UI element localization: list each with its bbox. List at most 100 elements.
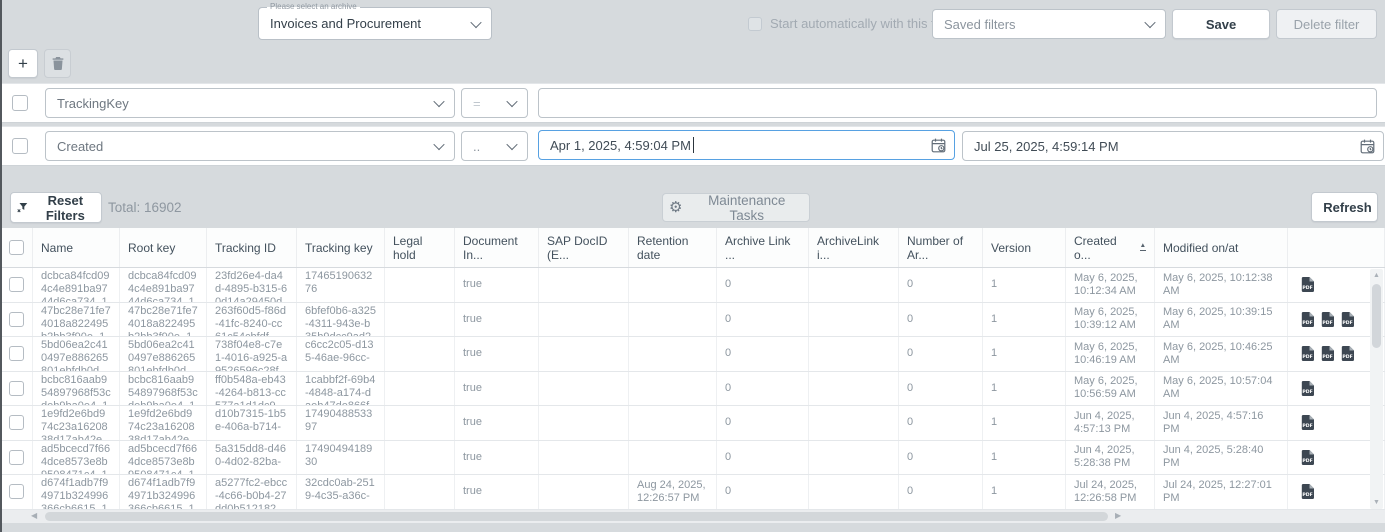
column-header-name[interactable]: Name bbox=[33, 228, 120, 267]
cell-value: bcbc816aab954897968f53cdeb9ba0e4_1 bbox=[41, 374, 111, 406]
table-row[interactable]: dcbca84fcd094c4e891ba9744d6ca734_1dcbca8… bbox=[0, 268, 1385, 303]
add-filter-button[interactable]: + bbox=[8, 49, 38, 78]
row-checkbox[interactable] bbox=[9, 381, 24, 396]
filter-row-checkbox[interactable] bbox=[12, 138, 28, 154]
column-header-created[interactable]: Created o...▲ bbox=[1066, 228, 1155, 267]
filter-row-trackingkey: TrackingKey = bbox=[0, 83, 1385, 123]
filter-field-select[interactable]: TrackingKey bbox=[45, 88, 455, 118]
row-checkbox[interactable] bbox=[9, 346, 24, 361]
column-header-modified[interactable]: Modified on/at bbox=[1155, 228, 1288, 267]
cell-root_key: ad5bcecd7f664dce8573e8b9508471c4_1 bbox=[120, 441, 207, 475]
pdf-file-icon[interactable]: PDF bbox=[1301, 415, 1314, 430]
text-cursor bbox=[693, 137, 694, 153]
svg-text:PDF: PDF bbox=[1342, 320, 1352, 326]
cell-value: 0 bbox=[725, 313, 731, 326]
cell-tracking_id: a5277fc2-ebcc-4c66-b0b4-27dd0b512182 bbox=[207, 475, 297, 509]
date-to-input[interactable]: Jul 25, 2025, 4:59:14 PM bbox=[962, 131, 1384, 161]
delete-filter-button[interactable]: Delete filter bbox=[1276, 9, 1377, 39]
column-header-legal_hold[interactable]: Legal hold bbox=[385, 228, 455, 267]
column-header-actions[interactable] bbox=[1288, 228, 1385, 267]
filter-field-select[interactable]: Created bbox=[45, 131, 455, 161]
filter-operator-select[interactable]: .. bbox=[461, 131, 528, 161]
table-row[interactable]: d674f1adb7f94971b324996366cb6615_1d674f1… bbox=[0, 475, 1385, 510]
table-row[interactable]: 5bd06ea2c410497e886265801ebfdb0d_15bd06e… bbox=[0, 337, 1385, 372]
table-row[interactable]: ad5bcecd7f664dce8573e8b9508471c4_1ad5bce… bbox=[0, 441, 1385, 476]
pdf-file-icon[interactable]: PDF bbox=[1301, 346, 1314, 361]
column-header-version[interactable]: Version bbox=[983, 228, 1066, 267]
sort-ascending-icon: ▲ bbox=[1140, 243, 1146, 251]
row-checkbox[interactable] bbox=[9, 415, 24, 430]
cell-sap_docid bbox=[539, 406, 629, 440]
cell-value: 0 bbox=[907, 278, 913, 291]
pdf-file-icon[interactable]: PDF bbox=[1341, 346, 1354, 361]
reset-filters-button[interactable]: Reset Filters bbox=[10, 192, 102, 223]
row-checkbox[interactable] bbox=[9, 277, 24, 292]
saved-filters-select[interactable]: Saved filters bbox=[932, 9, 1166, 39]
table-row[interactable]: 47bc28e71fe74018a822495b2bb3f90e_147bc28… bbox=[0, 303, 1385, 338]
select-all-checkbox[interactable] bbox=[9, 240, 24, 255]
row-checkbox[interactable] bbox=[9, 450, 24, 465]
cell-value: 1749049418930 bbox=[305, 443, 372, 468]
column-label: ArchiveLink i... bbox=[817, 234, 890, 262]
row-checkbox[interactable] bbox=[9, 312, 24, 327]
delete-filter-row-button[interactable] bbox=[44, 49, 71, 78]
column-header-archive_link[interactable]: Archive Link ... bbox=[717, 228, 809, 267]
scroll-up-arrow[interactable]: ▲ bbox=[1370, 272, 1383, 279]
archive-select[interactable]: Please select an archive Invoices and Pr… bbox=[258, 7, 492, 40]
start-automatically-checkbox[interactable] bbox=[748, 17, 762, 31]
pdf-file-icon[interactable]: PDF bbox=[1301, 277, 1314, 292]
cell-value: Jun 4, 2025, 5:28:40 PM bbox=[1163, 444, 1279, 470]
horizontal-scrollbar[interactable]: ◀ ▶ bbox=[0, 510, 1385, 523]
cell-value: ad5bcecd7f664dce8573e8b9508471c4_1 bbox=[128, 443, 197, 475]
column-header-document_in[interactable]: Document In... bbox=[455, 228, 539, 267]
table-row[interactable]: bcbc816aab954897968f53cdeb9ba0e4_1bcbc81… bbox=[0, 372, 1385, 407]
pdf-file-icon[interactable]: PDF bbox=[1341, 312, 1354, 327]
column-header-number_of_ar[interactable]: Number of Ar... bbox=[899, 228, 983, 267]
cell-value: 0 bbox=[725, 278, 731, 291]
pdf-file-icon[interactable]: PDF bbox=[1301, 484, 1314, 499]
horizontal-scrollbar-thumb[interactable] bbox=[45, 512, 1108, 521]
cell-version: 1 bbox=[983, 372, 1066, 406]
scroll-left-arrow[interactable]: ◀ bbox=[31, 511, 37, 520]
calendar-clock-icon[interactable] bbox=[1360, 139, 1375, 154]
date-from-input[interactable]: Apr 1, 2025, 4:59:04 PM bbox=[538, 130, 955, 160]
pdf-file-icon[interactable]: PDF bbox=[1301, 381, 1314, 396]
cell-value: May 6, 2025, 10:46:19 AM bbox=[1074, 341, 1146, 367]
pdf-file-icon[interactable]: PDF bbox=[1301, 312, 1314, 327]
cell-value: 0 bbox=[907, 485, 913, 498]
save-button[interactable]: Save bbox=[1172, 9, 1270, 39]
cell-tracking_id: ff0b548a-eb43-4264-b813-cc577a1d1dc9 bbox=[207, 372, 297, 406]
cell-created: Jun 4, 2025, 5:28:38 PM bbox=[1066, 441, 1155, 475]
cell-root_key: 1e9fd2e6bd974c23a1620838d17ab42e_1 bbox=[120, 406, 207, 440]
column-header-retention_date[interactable]: Retention date bbox=[629, 228, 717, 267]
vertical-scrollbar[interactable]: ▲ ▼ bbox=[1370, 269, 1383, 509]
pdf-file-icon[interactable]: PDF bbox=[1321, 346, 1334, 361]
calendar-clock-icon[interactable] bbox=[931, 138, 946, 153]
filter-field-value: Created bbox=[57, 139, 103, 154]
filter-value-input[interactable] bbox=[538, 88, 1377, 118]
vertical-scrollbar-thumb[interactable] bbox=[1372, 284, 1381, 348]
cell-tracking_key: 1746519063276 bbox=[297, 268, 385, 302]
refresh-button[interactable]: Refresh bbox=[1311, 192, 1378, 222]
scroll-down-arrow[interactable]: ▼ bbox=[1370, 499, 1383, 506]
cell-value: May 6, 2025, 10:12:38 AM bbox=[1163, 272, 1279, 298]
cell-retention_date bbox=[629, 337, 717, 371]
row-checkbox[interactable] bbox=[9, 484, 24, 499]
scroll-right-arrow[interactable]: ▶ bbox=[1115, 511, 1121, 520]
filter-operator-select[interactable]: = bbox=[461, 88, 528, 118]
pdf-file-icon[interactable]: PDF bbox=[1301, 450, 1314, 465]
column-header-tracking_id[interactable]: Tracking ID bbox=[207, 228, 297, 267]
column-header-root_key[interactable]: Root key bbox=[120, 228, 207, 267]
cell-value: 0 bbox=[907, 382, 913, 395]
total-count-label: Total: 16902 bbox=[108, 192, 182, 223]
maintenance-tasks-button[interactable]: ⚙ Maintenance Tasks bbox=[662, 193, 810, 222]
cell-name: 5bd06ea2c410497e886265801ebfdb0d_1 bbox=[33, 337, 120, 371]
table-row[interactable]: 1e9fd2e6bd974c23a1620838d17ab42e_11e9fd2… bbox=[0, 406, 1385, 441]
column-header-sap_docid[interactable]: SAP DocID (E... bbox=[539, 228, 629, 267]
column-header-archivelink_i[interactable]: ArchiveLink i... bbox=[809, 228, 899, 267]
cell-value: Jul 24, 2025, 12:26:58 PM bbox=[1074, 479, 1146, 505]
pdf-file-icon[interactable]: PDF bbox=[1321, 312, 1334, 327]
cell-root_key: d674f1adb7f94971b324996366cb6615_1 bbox=[120, 475, 207, 509]
filter-row-checkbox[interactable] bbox=[12, 95, 28, 111]
column-header-tracking_key[interactable]: Tracking key bbox=[297, 228, 385, 267]
